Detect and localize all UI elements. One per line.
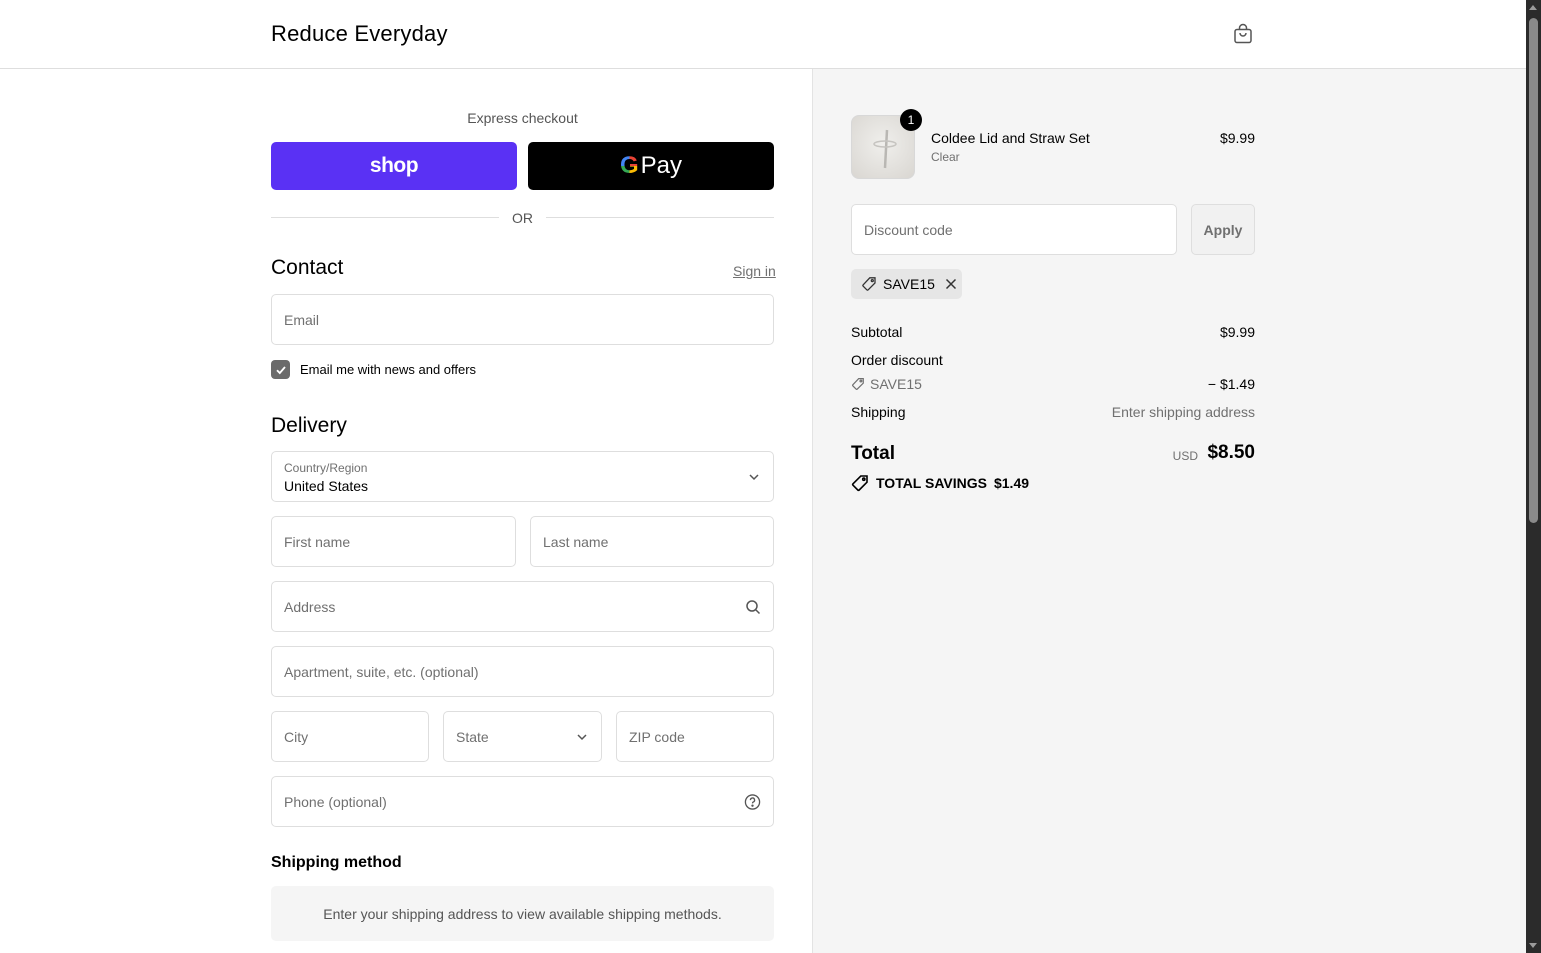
newsletter-checkbox[interactable]: [271, 360, 290, 379]
order-discount-label: Order discount: [851, 352, 943, 368]
checkmark-icon: [275, 365, 286, 374]
product-price: $9.99: [1219, 130, 1255, 146]
tag-icon: [862, 277, 876, 291]
country-select[interactable]: Country/Region United States: [271, 451, 774, 502]
total-currency: USD: [1172, 449, 1198, 463]
google-pay-button[interactable]: G Pay: [528, 142, 774, 190]
savings-value: $1.49: [993, 475, 1030, 491]
shipping-method-title: Shipping method: [271, 854, 402, 871]
phone-field[interactable]: Phone (optional): [271, 776, 774, 827]
last-name-field[interactable]: Last name: [530, 516, 774, 567]
zip-field[interactable]: ZIP code: [616, 711, 774, 762]
address-field[interactable]: Address: [271, 581, 774, 632]
express-checkout-label: Express checkout: [467, 110, 578, 126]
email-field[interactable]: Email: [271, 294, 774, 345]
apartment-field[interactable]: Apartment, suite, etc. (optional): [271, 646, 774, 697]
first-name-placeholder: First name: [284, 533, 351, 550]
shopping-bag-icon[interactable]: [1231, 22, 1255, 46]
store-brand[interactable]: Reduce Everyday: [271, 21, 448, 47]
total-savings: TOTAL SAVINGS $1.49: [851, 474, 1029, 492]
help-icon[interactable]: [744, 793, 761, 810]
shipping-value: Enter shipping address: [1111, 404, 1255, 420]
delivery-title: Delivery: [271, 414, 347, 437]
total-label: Total: [851, 443, 895, 464]
shop-pay-button[interactable]: shop: [271, 142, 517, 190]
product-name: Coldee Lid and Straw Set: [931, 130, 1090, 146]
savings-label: TOTAL SAVINGS: [876, 475, 987, 491]
scroll-up-arrow-icon[interactable]: [1529, 5, 1537, 10]
applied-discount-chip: SAVE15: [851, 269, 962, 299]
phone-placeholder: Phone (optional): [284, 793, 387, 810]
discount-placeholder: Discount code: [864, 221, 953, 238]
page-scrollbar[interactable]: [1526, 0, 1541, 953]
apartment-placeholder: Apartment, suite, etc. (optional): [284, 663, 479, 680]
or-divider: OR: [271, 208, 774, 228]
subtotal-value: $9.99: [1219, 324, 1255, 340]
discount-code-row: SAVE15: [851, 376, 922, 392]
discount-code-field[interactable]: Discount code: [851, 204, 1177, 255]
google-pay-label: Pay: [640, 152, 683, 179]
scrollbar-thumb[interactable]: [1529, 18, 1538, 523]
state-placeholder: State: [456, 728, 489, 745]
chevron-down-icon: [577, 733, 587, 740]
product-variant: Clear: [931, 150, 960, 164]
order-summary-panel: [812, 69, 1526, 953]
discount-value: − $1.49: [1207, 376, 1255, 392]
discount-code-text: SAVE15: [870, 376, 922, 392]
zip-placeholder: ZIP code: [629, 728, 685, 745]
total-value: $8.50: [1207, 442, 1255, 463]
city-placeholder: City: [284, 728, 309, 745]
search-icon: [746, 599, 761, 614]
state-select[interactable]: State: [443, 711, 602, 762]
scroll-down-arrow-icon[interactable]: [1529, 943, 1537, 948]
city-field[interactable]: City: [271, 711, 429, 762]
checkout-page: Reduce Everyday Express checkout shop G …: [0, 0, 1541, 953]
tag-icon: [851, 475, 868, 492]
last-name-placeholder: Last name: [543, 533, 609, 550]
shipping-label: Shipping: [851, 404, 906, 420]
country-value: United States: [284, 478, 369, 494]
chevron-down-icon: [749, 473, 759, 480]
first-name-field[interactable]: First name: [271, 516, 516, 567]
subtotal-label: Subtotal: [851, 324, 903, 340]
google-g-icon: G: [619, 152, 639, 179]
quantity-badge: 1: [900, 109, 922, 131]
shipping-method-message: Enter your shipping address to view avai…: [271, 886, 774, 941]
or-text: OR: [512, 210, 533, 226]
tag-icon: [852, 377, 864, 390]
apply-discount-button[interactable]: Apply: [1191, 204, 1255, 255]
country-label: Country/Region: [284, 461, 368, 475]
address-placeholder: Address: [284, 598, 336, 615]
newsletter-label: Email me with news and offers: [300, 362, 477, 377]
shop-pay-label: shop: [369, 154, 419, 177]
email-placeholder: Email: [284, 311, 320, 328]
applied-code-text: SAVE15: [883, 276, 935, 292]
divider-line: [546, 217, 774, 218]
header: Reduce Everyday: [0, 0, 1526, 69]
sign-in-link[interactable]: Sign in: [733, 263, 776, 279]
remove-discount-icon[interactable]: [944, 277, 958, 291]
contact-title: Contact: [271, 256, 344, 279]
